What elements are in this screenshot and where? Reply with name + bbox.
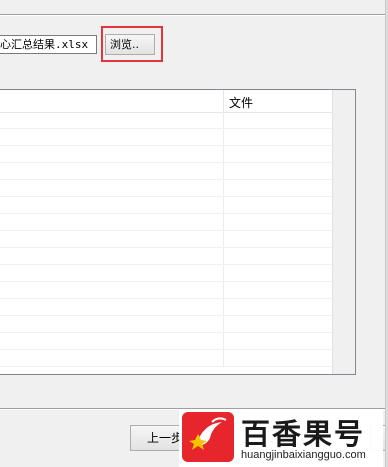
list-row-empty	[0, 248, 333, 265]
list-row-empty	[0, 129, 333, 146]
file-path-input[interactable]: 心汇总结果.xlsx	[0, 35, 97, 54]
list-row-empty	[0, 265, 333, 282]
list-row-empty	[0, 350, 333, 367]
list-row-empty	[0, 299, 333, 316]
list-row-empty	[0, 180, 333, 197]
column-header-file[interactable]: 文件	[229, 94, 253, 111]
list-header: 文件	[0, 90, 355, 113]
file-list[interactable]: 文件	[0, 89, 356, 375]
list-row-empty	[0, 316, 333, 333]
list-row-empty	[0, 333, 333, 350]
watermark-url: huangjinbaixiangguo.com	[241, 449, 366, 461]
watermark-title: 百香果号	[241, 417, 366, 451]
list-row-empty	[0, 112, 333, 129]
list-row-empty	[0, 146, 333, 163]
list-row-empty	[0, 214, 333, 231]
brand-logo-icon	[182, 412, 234, 462]
column-separator[interactable]	[223, 90, 224, 112]
list-row-empty	[0, 231, 333, 248]
list-row-empty	[0, 282, 333, 299]
list-row-empty	[0, 163, 333, 180]
list-row-empty	[0, 197, 333, 214]
browse-button[interactable]: 浏览..	[105, 34, 155, 55]
list-rows	[0, 112, 333, 374]
vertical-scrollbar[interactable]	[332, 90, 355, 374]
watermark-overlay: 百香果号 huangjinbaixiangguo.com	[179, 409, 383, 467]
top-divider-highlight	[0, 15, 388, 16]
